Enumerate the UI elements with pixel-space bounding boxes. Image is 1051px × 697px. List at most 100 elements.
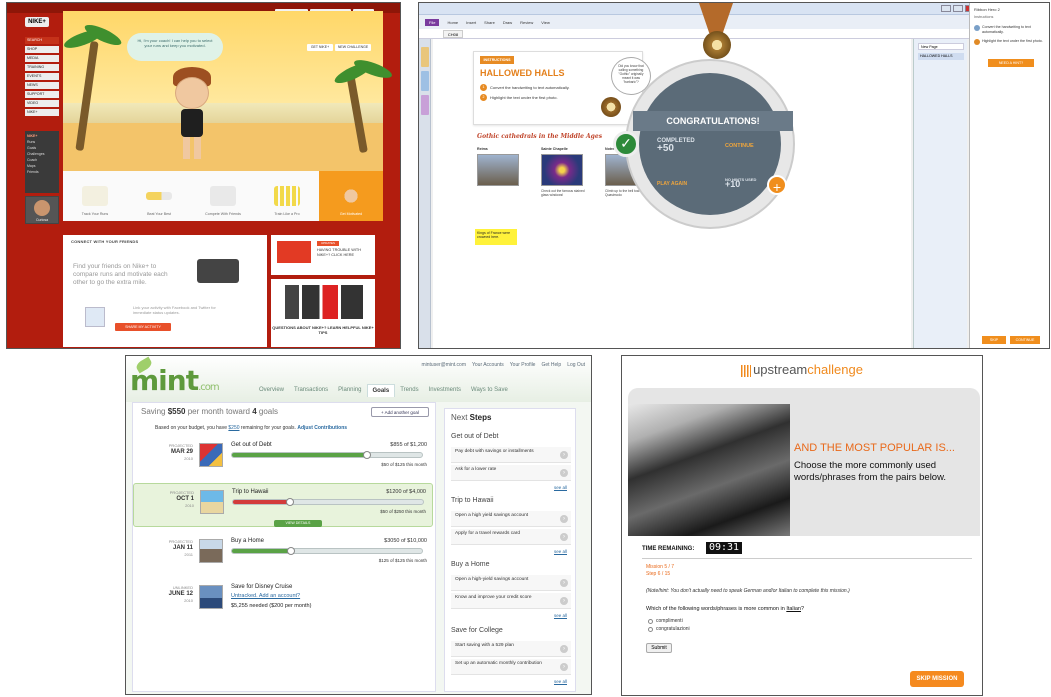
play-again-button[interactable]: PLAY AGAIN [657,181,687,187]
nike-logo[interactable]: NIKE+ [25,17,49,27]
nike-sub-nav-item[interactable]: Friends [27,170,57,175]
feature-beat-best[interactable]: Beat Your Best [127,171,191,221]
nav-tab[interactable]: Investments [424,384,466,397]
nav-tab[interactable]: Trends [395,384,423,397]
step-item[interactable]: Pay debt with savings or installments › [451,447,571,463]
highlighted-text[interactable]: Kings of France were crowned here. [475,229,517,245]
feature-track-runs[interactable]: Track Your Runs [63,171,127,221]
slider-knob[interactable] [362,451,371,459]
nike-sub-nav-item[interactable]: Coach [27,158,57,163]
get-nike-button[interactable]: GET NIKE+ [307,44,333,51]
nav-tab[interactable]: Transactions [289,384,333,397]
nav-tab[interactable]: Overview [254,384,289,397]
remaining-amount[interactable]: $250 [228,425,239,431]
nike-side-nav-item[interactable]: SUPPORT [25,91,59,98]
adjust-contributions-link[interactable]: Adjust Contributions [297,425,347,431]
goal-row[interactable]: PROJECTED MAR 29 2010 Get out of Debt $855… [133,437,433,481]
top-link[interactable]: Get Help [541,362,561,368]
skip-button[interactable]: SKIP [982,336,1006,344]
step-item[interactable]: Set up an automatic monthly contribution… [451,659,571,675]
top-link[interactable]: Your Profile [510,362,536,368]
goal-progress-bar [231,547,423,555]
radio-icon[interactable] [648,618,653,624]
nike-side-nav-item[interactable]: MEDIA [25,55,59,62]
trouble-promo[interactable]: UPDATES HAVING TROUBLE WITH NIKE+? CLICK… [271,235,375,275]
add-goal-button[interactable]: + Add another goal [371,407,429,417]
nike-sub-nav-item[interactable]: Goals [27,146,57,151]
picture-item[interactable]: Sainte Chapelle Check out the famous sta… [541,147,585,197]
avatar[interactable]: Curiosa [25,196,59,224]
feature-compete[interactable]: Compete With Friends [191,171,255,221]
ribbon-tab[interactable]: Share [484,20,495,25]
goal-row[interactable]: UNLINKED JUNE 12 2010 Save for Disney Crui… [133,579,433,623]
skip-mission-button[interactable]: SKIP MISSION [910,671,964,687]
maximize-icon[interactable] [953,5,963,12]
goal-row[interactable]: PROJECTED OCT 1 2010 Trip to Hawaii $1200 … [133,483,433,527]
nike-sub-nav-item[interactable]: Maps [27,164,57,169]
continue-button[interactable]: CONTINUE [725,143,754,149]
step-item[interactable]: Open a high-yield savings account › [451,575,571,591]
time-remaining-value: 09:31 [706,542,742,554]
question-text: Which of the following words/phrases is … [646,606,787,612]
nav-tab-active[interactable]: Goals [366,384,396,397]
nike-side-nav-item[interactable]: SHOP [25,46,59,53]
mint-logo[interactable]: mint.com [130,364,220,397]
feature-motivated[interactable]: Get Motivated [319,171,383,221]
see-all-link[interactable]: see all [554,613,567,618]
page-heading[interactable]: Gothic cathedrals in the Middle Ages [477,133,602,140]
step-item[interactable]: Start saving with a 529 plan › [451,641,571,657]
progress-fill [232,453,367,457]
top-link[interactable]: Log Out [567,362,585,368]
new-challenge-button[interactable]: NEW CHALLENGE [335,44,371,51]
page-list-item[interactable]: HALLOWED HALLS [918,53,964,60]
step-item[interactable]: Open a high yield savings account › [451,511,571,527]
answer-option[interactable]: congratulazioni [648,626,690,632]
ribbon-tab[interactable]: Insert [466,20,476,25]
minimize-icon[interactable] [941,5,951,12]
ribbon-tab[interactable]: Draw [503,20,512,25]
nike-side-nav-item[interactable]: VIDEO [25,100,59,107]
goal-status: PROJECTED [169,490,194,495]
feature-train[interactable]: Train Like a Pro [255,171,319,221]
nike-side-nav-item[interactable]: NIKE+ [25,109,59,116]
questions-promo[interactable]: QUESTIONS ABOUT NIKE+? LEARN HELPFUL NIK… [271,279,375,347]
picture-item[interactable]: Reims [477,147,521,197]
answer-option[interactable]: complimenti [648,618,683,624]
nike-sub-nav-item[interactable]: Runs [27,140,57,145]
notebook-icon[interactable] [421,95,429,115]
goal-row[interactable]: PROJECTED JAN 11 2011 Buy a Home $3050 of … [133,533,433,577]
new-page-button[interactable]: New Page [918,43,964,50]
nike-side-nav-item[interactable]: EVENTS [25,73,59,80]
ribbon-tab[interactable]: Home [447,20,458,25]
step-item[interactable]: Know and improve your credit score › [451,593,571,609]
share-activity-button[interactable]: SHARE MY ACTIVITY [115,323,171,331]
continue-button[interactable]: CONTINUE [1010,336,1040,344]
nike-sub-nav-item[interactable]: Challenges [27,152,57,157]
add-account-link[interactable]: Untracked. Add an account? [231,593,300,599]
notebook-icon[interactable] [421,71,429,91]
ribbon-tab[interactable]: View [541,20,550,25]
ribbon-tab[interactable]: Review [520,20,533,25]
see-all-link[interactable]: see all [554,679,567,684]
slider-knob[interactable] [286,547,295,555]
see-all-link[interactable]: see all [554,549,567,554]
nike-side-nav-item[interactable]: TRAINING [25,64,59,71]
top-link[interactable]: Your Accounts [472,362,504,368]
see-all-link[interactable]: see all [554,485,567,490]
notebook-icon[interactable] [421,47,429,67]
submit-button[interactable]: Submit [646,643,672,653]
section-tab[interactable]: CH08 [443,30,463,38]
radio-icon[interactable] [648,626,653,632]
nav-tab[interactable]: Planning [333,384,366,397]
need-hint-button[interactable]: NEED A HINT? [988,59,1034,67]
step-item[interactable]: Apply for a travel rewards card › [451,529,571,545]
ribbon-tab-file[interactable]: File [425,18,440,26]
view-details-button[interactable]: VIEW DETAILS [274,520,322,527]
nike-side-nav-item[interactable]: SEARCH [25,37,59,44]
nike-side-nav-item[interactable]: NEWS [25,82,59,89]
sea-illustration [63,103,383,123]
step-number-icon: 2 [480,94,487,101]
nav-tab[interactable]: Ways to Save [466,384,513,397]
step-item[interactable]: Ask for a lower rate › [451,465,571,481]
slider-knob[interactable] [286,498,294,506]
